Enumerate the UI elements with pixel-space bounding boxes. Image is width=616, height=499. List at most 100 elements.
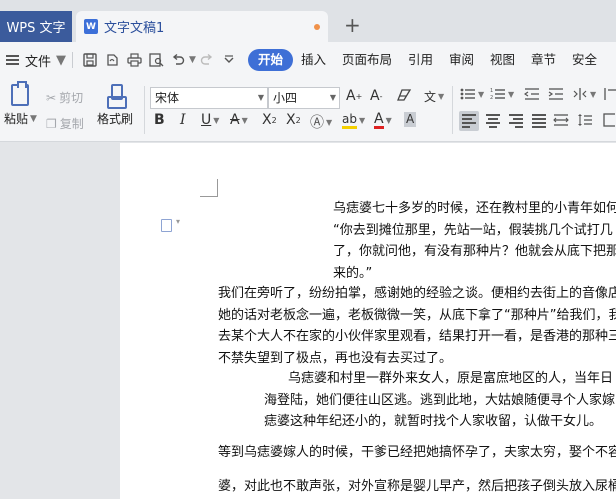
increase-indent-button[interactable] — [548, 87, 564, 101]
text-effect-button[interactable]: Ⓐ ▼ — [310, 112, 332, 132]
phonetic-guide-icon[interactable]: 文 ▼ — [424, 88, 444, 105]
tab-home[interactable]: 开始 — [247, 49, 293, 71]
document-outline-icon[interactable] — [161, 217, 180, 232]
paste-label: 粘贴 — [4, 112, 29, 126]
shrink-font-icon[interactable]: A- — [370, 88, 382, 104]
cut-label: 剪切 — [59, 91, 84, 105]
tab-review[interactable]: 审阅 — [441, 49, 482, 71]
hamburger-icon — [6, 55, 19, 65]
document-paragraph[interactable]: 我们在旁听了，纷纷拍掌，感谢她的经验之谈。便相约去街上的音像店 她的话对老板念一… — [218, 283, 616, 369]
redo-icon[interactable] — [196, 49, 218, 71]
text-line: “你去到摊位那里，先站一站，假装挑几个试打几 — [333, 222, 613, 238]
justify-button[interactable] — [529, 111, 549, 131]
svg-text:2: 2 — [490, 95, 493, 101]
copy-button[interactable]: ❐ 复制 — [46, 115, 84, 132]
align-right-button[interactable] — [506, 111, 526, 131]
text-line: 我们在旁听了，纷纷拍掌，感谢她的经验之谈。便相约去街上的音像店 — [218, 286, 616, 301]
writer-doc-icon: W — [84, 19, 98, 34]
menu-bar: 文件 ▼ ▼ 开始 插入 页面布局 引用 审阅 视图 章节 安全 — [0, 42, 616, 78]
divider — [72, 52, 74, 68]
distributed-align-button[interactable] — [553, 113, 569, 127]
divider — [144, 86, 145, 134]
clipboard-icon — [11, 81, 30, 106]
highlight-button[interactable]: ab ▼ — [342, 112, 365, 129]
text-line: 了，你就问他，有没有那种片？他就会从底下把那 — [333, 244, 616, 259]
save-icon[interactable] — [79, 49, 101, 71]
home-ribbon: 粘贴 ▼ ✂ 剪切 ❐ 复制 格式刷 宋体 ▼ 小四 ▼ A + A- 文 ▼ B … — [0, 78, 616, 142]
grow-font-icon[interactable]: A + — [346, 88, 362, 104]
copy-icon: ❐ — [46, 116, 57, 131]
scissors-icon: ✂ — [46, 90, 57, 105]
line-spacing-button[interactable] — [577, 113, 593, 127]
document-tab[interactable]: W 文字文稿1 — [76, 11, 328, 42]
print-icon[interactable] — [123, 49, 145, 71]
font-size-select[interactable]: 小四 ▼ — [268, 87, 340, 109]
undo-dropdown-icon[interactable]: ▼ — [189, 55, 196, 65]
paste-dropdown-icon[interactable]: ▼ — [30, 114, 37, 124]
font-name-value: 宋体 — [155, 91, 180, 105]
subscript-button[interactable]: X2 — [286, 112, 301, 128]
bullet-list-button[interactable]: ▼ — [460, 87, 484, 101]
title-tab-bar: WPS 文字 W 文字文稿1 + — [0, 0, 616, 42]
chevron-down-icon: ▼ — [329, 93, 336, 102]
document-paragraph[interactable]: 婆，对此也不敢声张，对外宣称是婴儿早产，然后把孩子倒头放入尿桶 — [218, 476, 616, 498]
cut-button[interactable]: ✂ 剪切 — [46, 89, 83, 106]
tab-references[interactable]: 引用 — [400, 49, 441, 71]
chevron-down-icon: ▼ — [257, 93, 264, 102]
paste-button[interactable]: 粘贴 ▼ — [4, 81, 37, 127]
chevron-down-icon: ▼ — [56, 52, 67, 68]
text-line: 婆，对此也不敢声张，对外宣称是婴儿早产，然后把孩子倒头放入尿桶 — [218, 479, 616, 494]
tab-section[interactable]: 章节 — [523, 49, 564, 71]
align-center-button[interactable] — [483, 111, 503, 131]
tab-insert[interactable]: 插入 — [293, 49, 334, 71]
align-left-button[interactable] — [459, 111, 479, 131]
tab-view[interactable]: 视图 — [482, 49, 523, 71]
text-line: 乌痣婆七十多岁的时候，还在教村里的小青年如何 — [333, 201, 616, 216]
format-painter-button[interactable]: 格式刷 — [97, 84, 133, 127]
document-paragraph[interactable]: 乌痣婆七十多岁的时候，还在教村里的小青年如何 “你去到摊位那里，先站一站，假装挑… — [333, 198, 616, 284]
sort-button[interactable] — [604, 87, 616, 101]
new-tab-button[interactable]: + — [344, 13, 361, 37]
wps-app-tab[interactable]: WPS 文字 — [0, 11, 72, 42]
text-line: 不禁失望到了极点，再也没有去买过了。 — [218, 350, 453, 366]
file-menu-button[interactable]: 文件 ▼ — [0, 42, 66, 78]
ribbon-tab-list: 开始 插入 页面布局 引用 审阅 视图 章节 安全 — [247, 49, 605, 71]
divider — [452, 86, 453, 134]
font-size-value: 小四 — [273, 91, 298, 105]
copy-label: 复制 — [59, 117, 84, 131]
document-paragraph[interactable]: 等到乌痣婆嫁人的时候，干爹已经把她搞怀孕了，夫家太穷，娶个不容易 — [218, 442, 616, 464]
strikethrough-button[interactable]: A ▼ — [230, 112, 248, 128]
font-color-button[interactable]: A ▼ — [374, 112, 392, 129]
export-pdf-icon[interactable] — [101, 49, 123, 71]
chinese-layout-button[interactable]: ▼ — [572, 87, 596, 101]
text-line: 等到乌痣婆嫁人的时候，干爹已经把她搞怀孕了，夫家太穷，娶个不容易 — [218, 445, 616, 460]
numbered-list-button[interactable]: 1 2 ▼ — [490, 87, 514, 101]
document-paragraph[interactable]: 乌痣婆和村里一群外来女人，原是富庶地区的人，当年日 海登陆，她们便往山区逃。逃到… — [264, 368, 615, 433]
document-canvas[interactable]: 乌痣婆七十多岁的时候，还在教村里的小青年如何 “你去到摊位那里，先站一站，假装挑… — [0, 143, 616, 499]
clear-format-icon[interactable] — [396, 88, 412, 102]
text-line: 去某个大人不在家的小伙伴家里观看，结果打开一看，是香港的那种三 — [218, 329, 616, 344]
wps-app-tab-label: WPS 文字 — [6, 21, 66, 36]
underline-button[interactable]: U ▼ — [201, 112, 219, 128]
text-line: 来的。” — [333, 265, 373, 281]
tab-page-layout[interactable]: 页面布局 — [334, 49, 400, 71]
italic-button[interactable]: I — [180, 112, 186, 128]
tab-security[interactable]: 安全 — [564, 49, 605, 71]
superscript-button[interactable]: X2 — [262, 112, 277, 128]
text-line: 海登陆，她们便往山区逃。逃到此地，大姑娘随便寻个人家嫁 — [264, 392, 616, 408]
svg-text:1: 1 — [490, 88, 493, 94]
paintbrush-icon — [107, 84, 127, 109]
print-preview-icon[interactable] — [145, 49, 167, 71]
bold-button[interactable]: B — [154, 112, 165, 128]
undo-icon[interactable] — [167, 49, 189, 71]
paragraph-border-button[interactable] — [603, 113, 615, 127]
customize-toolbar-icon[interactable] — [218, 49, 240, 71]
decrease-indent-button[interactable] — [524, 87, 540, 101]
text-line: 痣婆这种年纪还小的，就暂时找个人家收留，认做干女儿。 — [264, 414, 603, 429]
text-line: 她的话对老板念一遍，老板微微一笑，从底下拿了“那种片”给我们，我 — [218, 307, 616, 323]
page-margin-marker — [200, 179, 218, 197]
char-shading-button[interactable]: A — [404, 112, 417, 127]
document-tab-label: 文字文稿1 — [104, 21, 165, 36]
font-name-select[interactable]: 宋体 ▼ — [150, 87, 268, 109]
unsaved-indicator-icon[interactable] — [314, 24, 320, 30]
